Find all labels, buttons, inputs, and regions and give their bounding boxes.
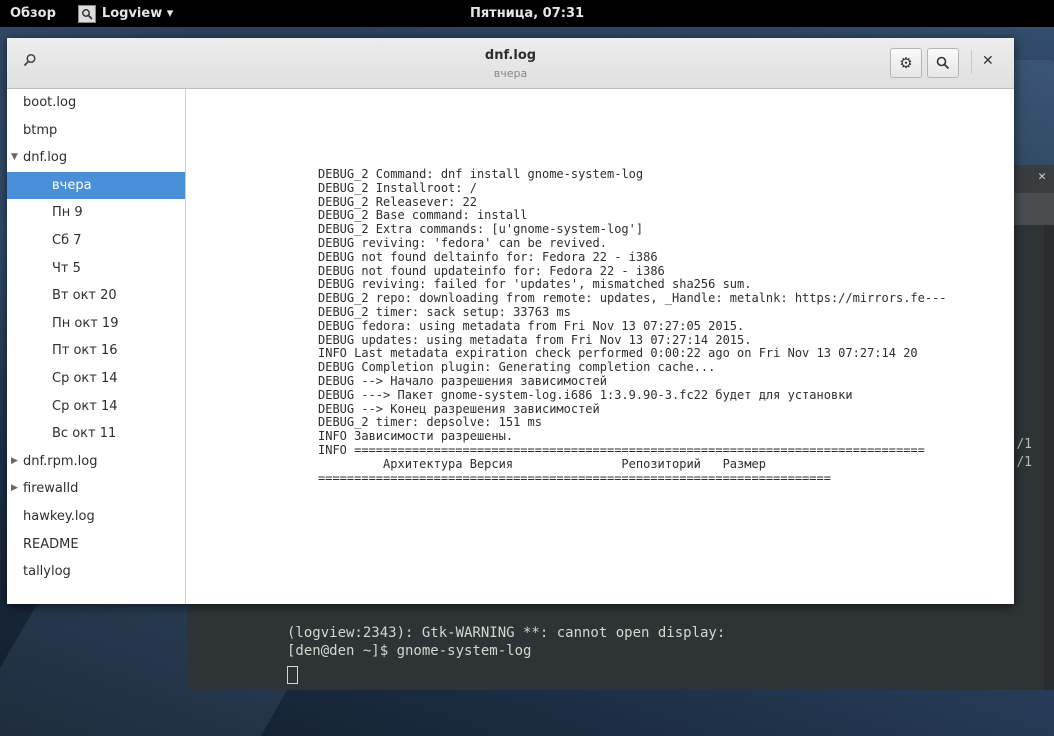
sidebar-item-readme[interactable]: README	[7, 531, 185, 559]
log-line: DEBUG_2 Installroot: /	[318, 180, 477, 195]
sidebar-item-label: dnf.log	[23, 150, 68, 166]
sidebar-item-date[interactable]: Ср окт 14	[7, 393, 185, 421]
sidebar-item-label: boot.log	[23, 95, 77, 110]
log-line: DEBUG_2 timer: depsolve: 151 ms	[318, 415, 542, 430]
magnifier-icon	[936, 56, 950, 70]
app-menu[interactable]: Logview ▾	[77, 4, 174, 23]
sidebar-item-date[interactable]: Пт окт 16	[7, 337, 185, 365]
expander-collapsed-icon[interactable]: ▶	[11, 475, 18, 503]
log-viewer-window: dnf.log вчера ⚙ ✕ boot.log btmp ▼ dnf.log…	[7, 38, 1014, 604]
log-line: INFO Зависимости разрешены.	[318, 429, 514, 444]
sidebar-item-boot-log[interactable]: boot.log	[7, 89, 185, 117]
log-line: DEBUG_2 Command: dnf install gnome-syste…	[318, 167, 644, 181]
sidebar-item-label: вчера	[52, 177, 92, 193]
sidebar-item-hawkey-log[interactable]: hawkey.log	[7, 503, 185, 531]
terminal-close-icon[interactable]: ✕	[1038, 169, 1046, 184]
sidebar-item-firewalld[interactable]: ▶ firewalld	[7, 475, 185, 503]
log-line: DEBUG_2 repo: downloading from remote: u…	[318, 291, 947, 306]
log-text: DEBUG_2 Command: dnf install gnome-syste…	[318, 167, 947, 485]
logview-app-icon	[77, 4, 96, 23]
sidebar-item-date[interactable]: Чт 5	[7, 255, 185, 283]
sidebar-item-date[interactable]: Сб 7	[7, 227, 185, 255]
log-line: DEBUG --> Конец разрешения зависимостей	[318, 401, 600, 416]
log-line: DEBUG Completion plugin: Generating comp…	[318, 360, 716, 375]
terminal-scrollbar[interactable]	[1044, 225, 1054, 690]
sidebar-item-label: Пт окт 16	[52, 343, 118, 359]
log-list-sidebar: boot.log btmp ▼ dnf.log вчера Пн 9 Сб 7 Ч…	[7, 89, 186, 604]
terminal-line: [den@den ~]$ gnome-system-log	[287, 643, 532, 659]
sidebar-item-date[interactable]: Пн окт 19	[7, 310, 185, 338]
log-line: Архитектура Версия Репозиторий Размер	[318, 456, 766, 471]
sidebar-item-label: Сб 7	[52, 232, 82, 248]
terminal-text-fragment: /1	[1016, 437, 1032, 452]
sidebar-item-label: tallylog	[23, 564, 71, 580]
terminal-cursor	[287, 666, 298, 684]
sidebar-item-tallylog[interactable]: tallylog	[7, 558, 185, 586]
log-line: DEBUG ---> Пакет gnome-system-log.i686 1…	[318, 387, 853, 402]
sidebar-item-label: Вт окт 20	[52, 288, 117, 304]
sidebar-item-label: Чт 5	[52, 260, 81, 276]
close-icon[interactable]: ✕	[982, 53, 994, 69]
sidebar-item-label: Вс окт 11	[52, 426, 117, 442]
app-menu-label: Logview ▾	[101, 6, 174, 21]
log-line: ========================================…	[318, 470, 831, 485]
activities-button[interactable]: Обзор	[10, 6, 56, 21]
log-line: DEBUG_2 Extra commands: [u'gnome-system-…	[318, 222, 644, 237]
top-bar: Обзор Logview ▾ Пятница, 07:31	[0, 0, 1054, 27]
sidebar-item-dnf-rpm-log[interactable]: ▶ dnf.rpm.log	[7, 448, 185, 476]
log-line: DEBUG --> Начало разрешения зависимостей	[318, 373, 607, 388]
log-line: DEBUG reviving: 'fedora' can be revived.	[318, 235, 607, 250]
log-line: DEBUG fedora: using metadata from Fri No…	[318, 318, 745, 333]
log-line: INFO ===================================…	[318, 442, 925, 457]
log-line: INFO Last metadata expiration check perf…	[318, 346, 918, 361]
window-title: dnf.log	[484, 48, 537, 63]
sidebar-item-yesterday[interactable]: вчера	[7, 171, 185, 200]
sidebar-item-btmp[interactable]: btmp	[7, 117, 185, 145]
log-line: DEBUG not found updateinfo for: Fedora 2…	[318, 263, 665, 278]
sidebar-item-label: Пн 9	[52, 205, 83, 221]
header-bar: dnf.log вчера ⚙ ✕	[7, 38, 1014, 89]
log-content-view[interactable]: DEBUG_2 Command: dnf install gnome-syste…	[186, 89, 1014, 604]
sidebar-item-date[interactable]: Вт окт 20	[7, 282, 185, 310]
sidebar-item-label: Ср окт 14	[52, 398, 118, 414]
sidebar-item-label: btmp	[23, 122, 58, 138]
sidebar-item-dnf-log[interactable]: ▼ dnf.log	[7, 144, 185, 172]
log-line: DEBUG reviving: failed for 'updates', mi…	[318, 277, 752, 292]
sidebar-item-label: README	[23, 536, 79, 552]
log-line: DEBUG not found deltainfo for: Fedora 22…	[318, 249, 658, 264]
sidebar-item-label: Ср окт 14	[52, 370, 118, 386]
terminal-text-fragment: /1	[1016, 455, 1032, 470]
log-line: DEBUG_2 Base command: install	[318, 208, 528, 223]
header-separator	[971, 50, 972, 74]
sidebar-item-label: Пн окт 19	[52, 315, 119, 331]
log-line: DEBUG_2 timer: sack setup: 33763 ms	[318, 304, 571, 319]
gear-icon[interactable]: ⚙	[890, 48, 922, 78]
expander-expanded-icon[interactable]: ▼	[11, 144, 18, 172]
window-subtitle: вчера	[493, 67, 528, 80]
sidebar-item-date[interactable]: Ср окт 14	[7, 365, 185, 393]
sidebar-item-label: dnf.rpm.log	[23, 453, 98, 469]
sidebar-item-date[interactable]: Пн 9	[7, 199, 185, 227]
log-line: DEBUG updates: using metadata from Fri N…	[318, 332, 752, 347]
sidebar-item-date[interactable]: Вс окт 11	[7, 420, 185, 448]
terminal-line: (logview:2343): Gtk-WARNING **: cannot o…	[287, 625, 726, 641]
log-line: DEBUG_2 Releasever: 22	[318, 194, 477, 209]
sidebar-item-label: firewalld	[23, 481, 79, 497]
sidebar-item-label: hawkey.log	[23, 508, 95, 524]
expander-collapsed-icon[interactable]: ▶	[11, 448, 18, 476]
find-button[interactable]	[927, 48, 959, 78]
clock[interactable]: Пятница, 07:31	[470, 6, 584, 21]
